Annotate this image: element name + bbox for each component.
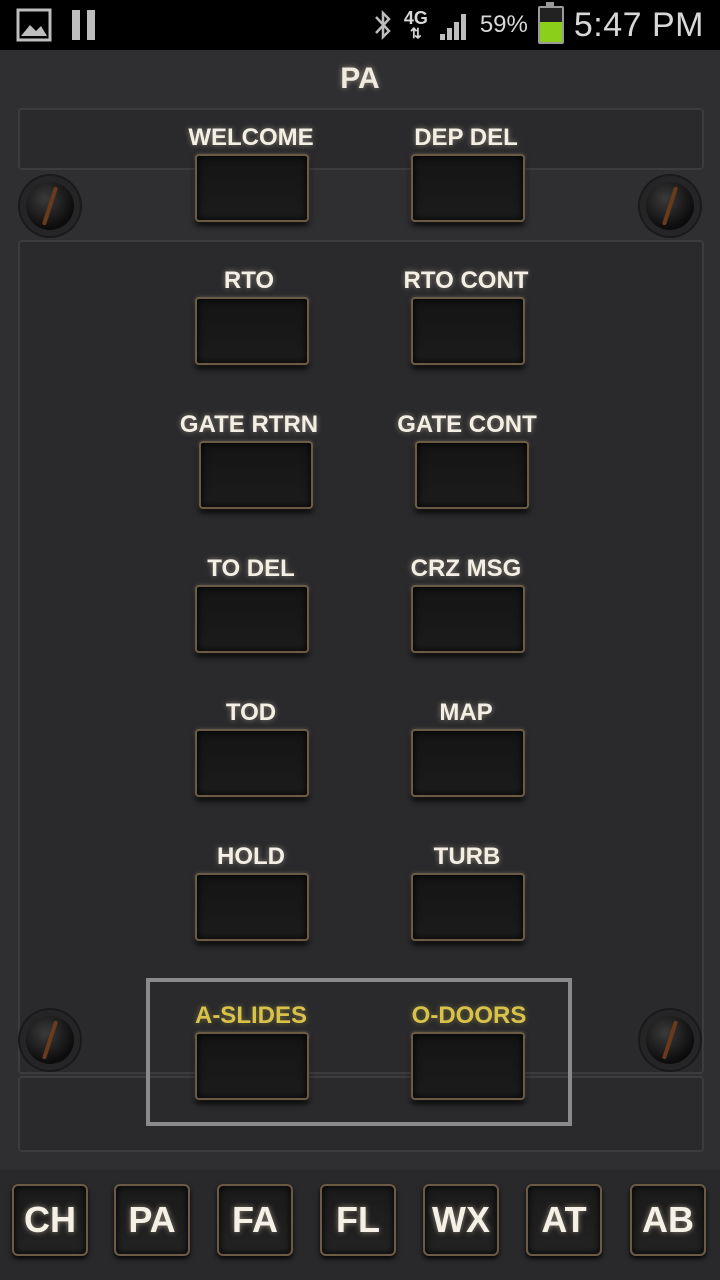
welcome-label: WELCOME: [188, 124, 314, 151]
o-doors-label: O-DOORS: [411, 1002, 527, 1029]
turb-label: TURB: [433, 843, 501, 870]
turb-button[interactable]: [411, 873, 525, 941]
tod-label: TOD: [225, 699, 277, 726]
screw-icon: [646, 182, 694, 230]
signal-icon: [439, 14, 466, 40]
tod-button[interactable]: [195, 729, 309, 797]
a-slides-button[interactable]: [195, 1032, 309, 1100]
battery-icon: [537, 2, 564, 44]
tab-fa[interactable]: FA: [217, 1184, 293, 1256]
bluetooth-icon: [374, 9, 391, 41]
tab-ab[interactable]: AB: [630, 1184, 706, 1256]
gallery-icon: [16, 8, 52, 42]
status-bar-right: 4G ⇅ 59% 5:47 PM: [372, 2, 704, 46]
hold-button[interactable]: [195, 873, 309, 941]
gate-rtrn-label: GATE RTRN: [179, 411, 319, 438]
rto-cont-button[interactable]: [411, 297, 525, 365]
tab-at[interactable]: AT: [526, 1184, 602, 1256]
to-del-button[interactable]: [195, 585, 309, 653]
welcome-button[interactable]: [195, 154, 309, 222]
tab-pa[interactable]: PA: [114, 1184, 190, 1256]
rto-label: RTO: [223, 267, 275, 294]
battery-percent: 59%: [479, 11, 528, 38]
tab-ch[interactable]: CH: [12, 1184, 88, 1256]
status-bar: 4G ⇅ 59% 5:47 PM: [0, 0, 720, 50]
screw-icon: [26, 182, 74, 230]
map-label: MAP: [439, 699, 493, 726]
clock: 5:47 PM: [573, 5, 704, 44]
gate-rtrn-button[interactable]: [199, 441, 313, 509]
tab-fl[interactable]: FL: [320, 1184, 396, 1256]
gate-cont-button[interactable]: [415, 441, 529, 509]
crz-msg-label: CRZ MSG: [410, 555, 522, 582]
pause-icon: [72, 10, 95, 40]
a-slides-label: A-SLIDES: [194, 1002, 307, 1029]
o-doors-button[interactable]: [411, 1032, 525, 1100]
map-button[interactable]: [411, 729, 525, 797]
gate-cont-label: GATE CONT: [397, 411, 537, 438]
panel-title: PA: [340, 62, 380, 95]
screw-icon: [26, 1016, 74, 1064]
to-del-label: TO DEL: [207, 555, 295, 582]
screw-icon: [646, 1016, 694, 1064]
rto-button[interactable]: [195, 297, 309, 365]
dep-del-button[interactable]: [411, 154, 525, 222]
rto-cont-label: RTO CONT: [403, 267, 529, 294]
dep-del-label: DEP DEL: [414, 124, 518, 151]
tab-wx[interactable]: WX: [423, 1184, 499, 1256]
crz-msg-button[interactable]: [411, 585, 525, 653]
hold-label: HOLD: [217, 843, 285, 870]
network-type: 4G ⇅: [403, 7, 428, 41]
status-bar-left: [16, 8, 98, 42]
panel-frame-main: [18, 240, 704, 1074]
